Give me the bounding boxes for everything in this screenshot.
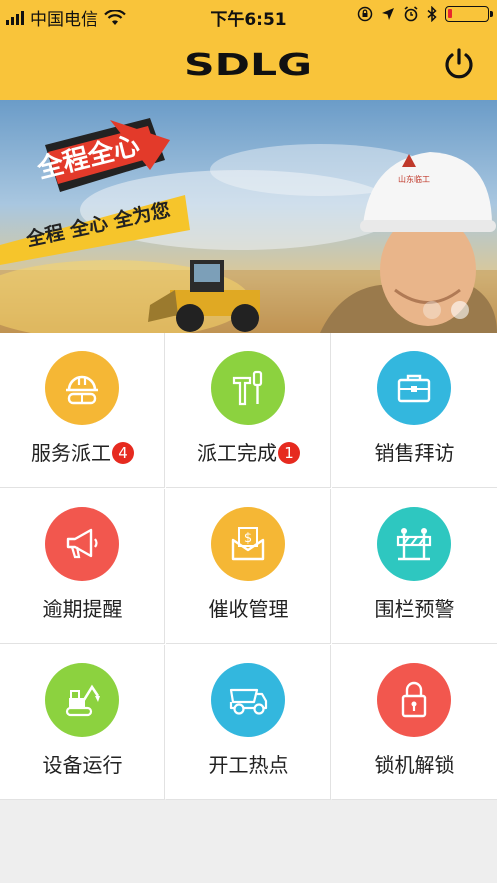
notification-badge: 4: [112, 442, 134, 464]
menu-item-equipment-operation[interactable]: 设备运行: [0, 645, 165, 800]
battery-icon: [445, 6, 493, 22]
svg-text:SDLG: SDLG: [184, 48, 312, 80]
page-dot-active[interactable]: [451, 301, 469, 319]
menu-item-lock-unlock[interactable]: 锁机解锁: [332, 645, 497, 800]
promo-banner[interactable]: 全程全心 全程 全心 全为您 山东临工: [0, 100, 497, 333]
padlock-icon: [377, 663, 451, 737]
megaphone-icon: [45, 507, 119, 581]
menu-item-overdue-reminder[interactable]: 逾期提醒: [0, 489, 165, 644]
menu-item-collection-management[interactable]: $ 催收管理: [166, 489, 331, 644]
menu-label: 逾期提醒: [42, 597, 123, 621]
menu-label: 围栏预警: [374, 597, 455, 621]
notification-badge: 1: [278, 442, 300, 464]
menu-label: 设备运行: [42, 753, 123, 777]
hammer-screwdriver-icon: [211, 351, 285, 425]
menu-label: 催收管理: [208, 597, 289, 621]
menu-item-work-hotspot[interactable]: 开工热点: [166, 645, 331, 800]
menu-item-dispatch-completed[interactable]: 派工完成 1: [166, 333, 331, 488]
menu-label: 锁机解锁: [374, 753, 455, 777]
menu-item-sales-visit[interactable]: 销售拜访: [332, 333, 497, 488]
money-envelope-icon: $: [211, 507, 285, 581]
menu-item-service-dispatch[interactable]: 服务派工 4: [0, 333, 165, 488]
menu-item-fence-alert[interactable]: 围栏预警: [332, 489, 497, 644]
barrier-icon: [377, 507, 451, 581]
sdlg-logo: SDLG: [184, 48, 312, 80]
dump-truck-icon: [211, 663, 285, 737]
location-icon: [382, 8, 394, 20]
status-right: [357, 6, 493, 22]
rotation-lock-icon: [357, 6, 373, 22]
svg-text:山东临工: 山东临工: [398, 174, 430, 184]
excavator-icon: [45, 663, 119, 737]
briefcase-icon: [377, 351, 451, 425]
menu-label: 派工完成: [197, 441, 277, 465]
power-icon[interactable]: [441, 46, 477, 82]
banner-art: 全程全心 全程 全心 全为您 山东临工: [0, 118, 497, 333]
header-bar: SDLG: [0, 32, 497, 100]
status-bar: 中国电信 下午6:51: [0, 0, 497, 32]
menu-label: 开工热点: [208, 753, 289, 777]
svg-text:$: $: [244, 531, 252, 546]
menu-label: 服务派工: [31, 441, 111, 465]
alarm-icon: [404, 6, 418, 22]
menu-grid: 服务派工 4 派工完成 1 销售拜访 逾期提醒 $ 催收管理 围栏预警 设备运行…: [0, 333, 497, 800]
bluetooth-icon: [427, 6, 437, 22]
page-dot[interactable]: [423, 301, 441, 319]
menu-label: 销售拜访: [374, 441, 455, 465]
banner-pagination: [423, 301, 469, 319]
helmet-goggles-icon: [45, 351, 119, 425]
